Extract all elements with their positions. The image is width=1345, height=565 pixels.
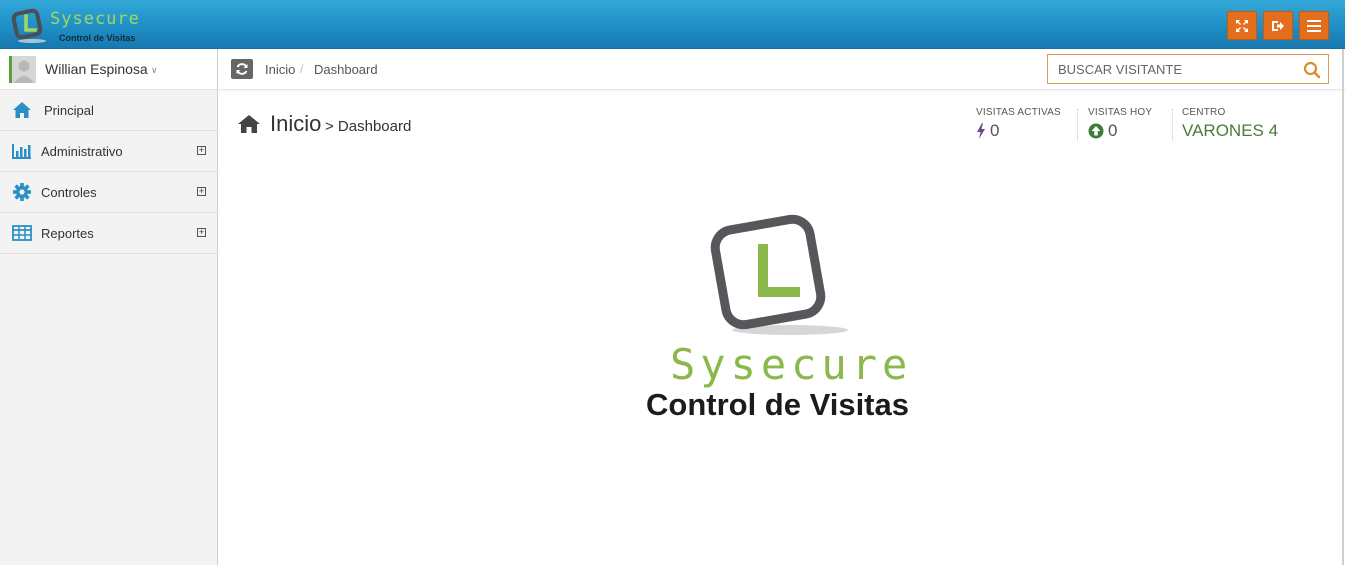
brand-logo[interactable]: Sysecure Control de Visitas: [10, 6, 150, 46]
brand-subtitle: Control de Visitas: [59, 33, 136, 43]
top-navbar: Sysecure Control de Visitas: [0, 0, 1345, 49]
gear-icon: [13, 183, 31, 201]
arrow-up-circle-icon: [1088, 123, 1104, 139]
stat-caption: CENTRO: [1182, 107, 1226, 118]
expand-icon[interactable]: +: [197, 146, 206, 155]
sidebar: Willian Espinosa ∨ Principal Administrat…: [0, 49, 218, 565]
stat-value: VARONES 4: [1182, 121, 1279, 140]
sidebar-item-label: Administrativo: [41, 144, 123, 159]
sidebar-item-label: Reportes: [41, 226, 94, 241]
logout-icon: [1272, 20, 1284, 31]
stat-value: 0: [990, 121, 1000, 140]
logout-button[interactable]: [1263, 11, 1293, 40]
logo-icon: [11, 8, 46, 43]
breadcrumb-bar: Inicio / Dashboard: [219, 49, 1345, 90]
stat-caption: VISITAS ACTIVAS: [976, 107, 1061, 118]
refresh-icon: [236, 63, 248, 75]
sidebar-item-principal[interactable]: Principal: [0, 90, 217, 131]
fullscreen-button[interactable]: [1227, 11, 1257, 40]
avatar: [9, 56, 36, 83]
refresh-button[interactable]: [231, 59, 253, 79]
scroll-edge: [1342, 49, 1344, 565]
stat-divider: [1172, 109, 1173, 141]
stat-value: 0: [1108, 121, 1118, 140]
stat-active-visits: VISITAS ACTIVAS 0: [976, 107, 1061, 141]
search-icon[interactable]: [1303, 61, 1321, 79]
bolt-icon: [977, 123, 985, 139]
user-menu[interactable]: Willian Espinosa ∨: [0, 49, 217, 90]
home-icon: [238, 115, 260, 133]
sysecure-logo-mark: [710, 214, 848, 335]
search-input[interactable]: [1048, 55, 1298, 83]
bar-chart-icon: [12, 144, 31, 159]
stat-visits-today: VISITAS HOY 0: [1088, 107, 1152, 141]
chevron-down-icon: ∨: [151, 65, 158, 75]
brand-name: Sysecure: [50, 9, 140, 29]
breadcrumb-current: Dashboard: [314, 62, 378, 77]
user-name: Willian Espinosa: [45, 61, 148, 77]
sidebar-item-label: Controles: [41, 185, 97, 200]
stat-caption: VISITAS HOY: [1088, 107, 1153, 118]
menu-toggle-button[interactable]: [1299, 11, 1329, 40]
menu-icon: [1307, 19, 1321, 32]
breadcrumb-link-inicio[interactable]: Inicio: [265, 62, 295, 77]
breadcrumb-separator: /: [300, 62, 304, 76]
logo-subtitle: Control de Visitas: [646, 387, 909, 422]
table-icon: [12, 225, 32, 241]
sidebar-item-controles[interactable]: Controles +: [0, 172, 217, 213]
user-silhouette-icon: [12, 56, 36, 83]
expand-icon[interactable]: +: [197, 187, 206, 196]
sidebar-item-administrativo[interactable]: Administrativo +: [0, 131, 217, 172]
home-icon: [13, 102, 31, 118]
stat-center: CENTRO VARONES 4: [1182, 107, 1278, 141]
stat-value-row: 0: [1088, 121, 1152, 141]
search-box[interactable]: [1047, 54, 1329, 84]
page-title: Inicio: [270, 111, 322, 136]
page-subtitle: > Dashboard: [325, 118, 412, 135]
fullscreen-icon: [1236, 19, 1248, 32]
sidebar-item-label: Principal: [44, 103, 94, 118]
stat-value-row: 0: [976, 121, 1061, 141]
stat-divider: [1077, 109, 1078, 141]
logo-name: Sysecure: [670, 340, 913, 389]
expand-icon[interactable]: +: [197, 228, 206, 237]
sidebar-item-reportes[interactable]: Reportes +: [0, 213, 217, 254]
